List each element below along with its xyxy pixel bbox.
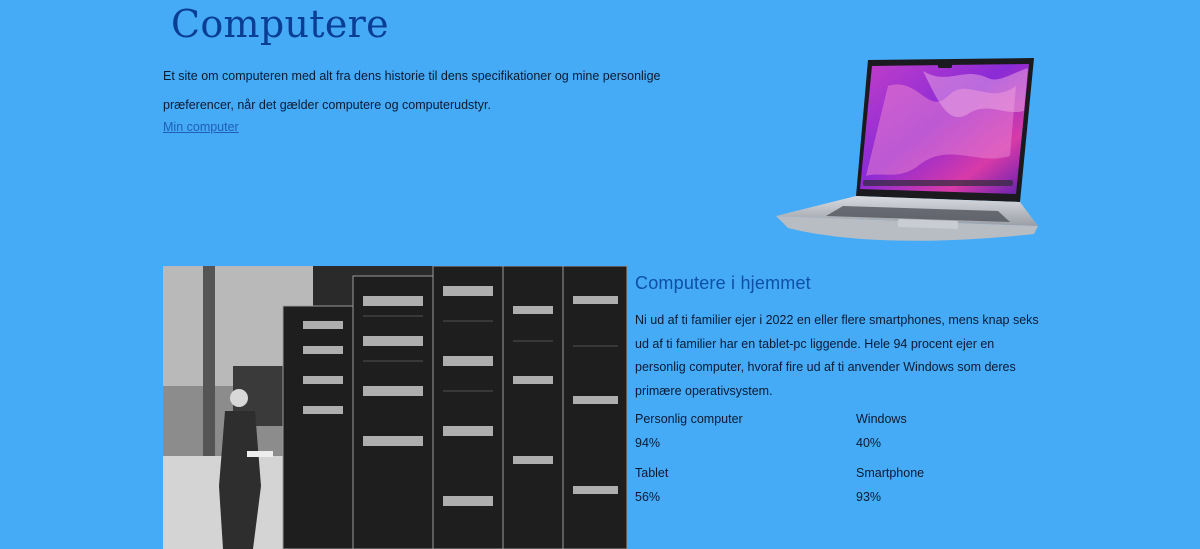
stat-label: Windows [856, 412, 907, 426]
stat-value: 40% [856, 436, 882, 450]
stat-label: Personlig computer [635, 412, 743, 426]
section-title: Computere i hjemmet [635, 273, 811, 293]
laptop-image [776, 58, 1038, 241]
stat-windows: Windows 40% [856, 412, 907, 450]
stat-tablet: Tablet 56% [635, 466, 668, 504]
stat-label: Tablet [635, 466, 669, 480]
hero-description: Et site om computeren med alt fra dens h… [163, 69, 661, 112]
stat-value: 93% [856, 490, 882, 504]
stat-value: 94% [635, 436, 661, 450]
my-computer-link[interactable]: Min computer [163, 120, 239, 134]
page: Computere Et site om computeren med alt … [0, 0, 1200, 549]
stat-value: 56% [635, 490, 661, 504]
stat-label: Smartphone [856, 466, 925, 480]
section-text: Ni ud af ti familier ejer i 2022 en elle… [635, 313, 1039, 398]
page-title: Computere [171, 2, 389, 46]
vintage-mainframe-photo [163, 266, 627, 549]
stat-smartphone: Smartphone 93% [856, 466, 924, 504]
stat-personal-computer: Personlig computer 94% [635, 412, 743, 450]
